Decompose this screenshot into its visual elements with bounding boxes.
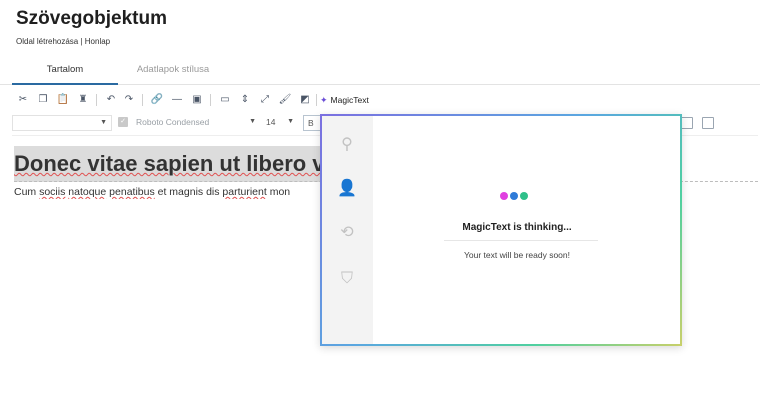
dialog-divider — [444, 240, 598, 241]
font-checkbox[interactable]: ✓ — [118, 117, 128, 127]
anchor-icon[interactable]: ⇕ — [238, 93, 252, 107]
loading-dot — [520, 192, 528, 200]
link-icon[interactable]: 🔗 — [150, 93, 164, 107]
toolbar-divider — [96, 94, 97, 106]
loading-dot — [500, 192, 508, 200]
redo-icon[interactable]: ↷ — [122, 93, 136, 107]
paste-plain-icon[interactable]: ♜ — [76, 93, 90, 107]
contrast-icon[interactable]: ◩ — [298, 93, 312, 107]
tab-bar: Tartalom Adatlapok stílusa — [0, 58, 760, 85]
misspelled-word: sociis — [39, 186, 66, 198]
bold-label: B — [308, 118, 314, 128]
magic-wand-icon[interactable]: ⚲ — [336, 134, 358, 156]
shield-user-icon[interactable]: ⛉ — [336, 268, 358, 290]
horizontal-rule-icon[interactable]: — — [170, 93, 184, 107]
font-size-value: 14 — [266, 117, 276, 127]
page: Szövegobjektum Oldal létrehozása | Honla… — [0, 0, 760, 406]
chevron-down-icon: ▼ — [287, 118, 294, 125]
breadcrumb[interactable]: Oldal létrehozása | Honlap — [16, 37, 110, 46]
body-text[interactable]: Cum sociis natoque penatibus et magnis d… — [14, 185, 320, 199]
ready-text: Your text will be ready soon! — [464, 250, 570, 260]
loading-dots — [500, 192, 540, 202]
video-icon[interactable]: ▭ — [218, 93, 232, 107]
misspelled-word: natoque — [68, 186, 107, 198]
tab-content[interactable]: Tartalom — [12, 58, 118, 85]
resize-icon[interactable]: ⤢ — [258, 93, 272, 107]
sparkle-icon: ✦ — [320, 95, 328, 105]
align-icon[interactable] — [681, 117, 693, 129]
body-text-part: et magnis dis — [154, 186, 223, 198]
magictext-button[interactable]: ✦ MagicText — [320, 93, 369, 107]
chevron-down-icon: ▼ — [249, 118, 256, 125]
tab-datasheet-style[interactable]: Adatlapok stílusa — [118, 58, 228, 85]
paragraph-style-select[interactable]: ▼ — [12, 115, 112, 131]
loading-dot — [510, 192, 518, 200]
toolbar-divider — [210, 94, 211, 106]
font-size-select[interactable]: 14 ▼ — [262, 115, 298, 131]
dialog-sidebar: ⚲ 👤 ⟲ ⛉ — [322, 116, 373, 344]
magictext-dialog: ⚲ 👤 ⟲ ⛉ MagicText is thinking... Your te… — [320, 114, 682, 346]
history-icon[interactable]: ⟲ — [336, 222, 358, 244]
cut-icon[interactable]: ✂ — [16, 93, 30, 107]
user-icon[interactable]: 👤 — [336, 178, 358, 200]
magictext-label: MagicText — [330, 95, 369, 105]
editor-toolbar: ✂ ❐ 📋 ♜ ↶ ↷ 🔗 — ▣ ▭ ⇕ ⤢ 🖌 ◩ ✦ MagicText — [14, 92, 754, 110]
page-title: Szövegobjektum — [16, 8, 167, 29]
image-icon[interactable]: ▣ — [190, 93, 204, 107]
toolbar-divider — [316, 94, 317, 106]
misspelled-word: penatibus — [109, 186, 155, 198]
body-text-part: Cum — [14, 186, 40, 198]
copy-icon[interactable]: ❐ — [36, 93, 50, 107]
font-family-select[interactable]: Roboto Condensed ▼ — [132, 115, 260, 131]
body-text-part: mon — [266, 186, 291, 198]
paste-icon[interactable]: 📋 — [56, 93, 70, 107]
align-icon[interactable] — [702, 117, 714, 129]
heading-text[interactable]: Donec vitae sapien ut libero venenatis — [14, 146, 320, 182]
chevron-down-icon: ▼ — [100, 119, 107, 126]
font-family-value: Roboto Condensed — [136, 117, 210, 127]
toolbar-divider — [142, 94, 143, 106]
misspelled-word: parturient — [222, 186, 267, 198]
paint-format-icon[interactable]: 🖌 — [278, 93, 292, 107]
bold-button[interactable]: B — [303, 115, 321, 131]
undo-icon[interactable]: ↶ — [104, 93, 118, 107]
thinking-text: MagicText is thinking... — [462, 222, 572, 233]
